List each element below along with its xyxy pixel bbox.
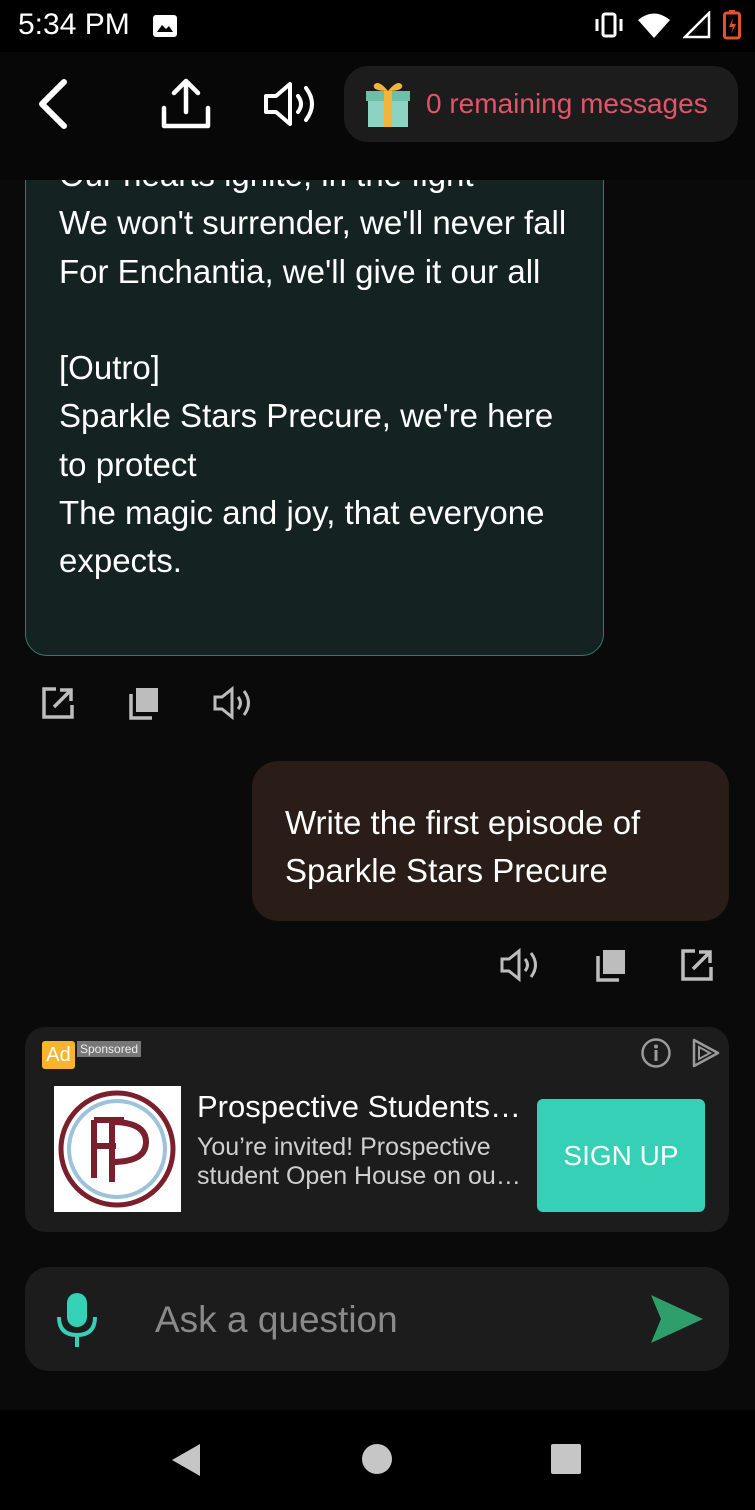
system-nav-bar [0,1410,755,1510]
image-notification-icon [153,15,177,37]
back-arrow-icon[interactable] [30,78,76,130]
speaker-icon[interactable] [260,78,322,130]
advertiser-logo[interactable] [54,1086,181,1212]
wifi-icon [638,13,670,38]
send-icon[interactable] [649,1291,705,1347]
bot-message-text: Our hearts ignite, in the fight We won't… [59,180,599,586]
bot-message-bubble: Our hearts ignite, in the fight We won't… [25,180,604,656]
open-external-icon[interactable] [40,685,76,721]
bot-message-line: The magic and joy, that everyone [59,494,545,532]
status-icons [593,10,741,40]
ad-description: You’re invited! Prospective student Open… [197,1133,527,1191]
signal-icon [683,11,711,39]
app-header: 0 remaining messages [0,52,755,180]
remaining-messages-pill[interactable]: 0 remaining messages [344,66,738,142]
copy-icon[interactable] [128,686,160,720]
sponsored-ad-card[interactable]: Ad Sponsored Prospective Students… You’r… [25,1027,729,1232]
bot-message-line: Our hearts ignite, in the fight [59,180,599,199]
bot-message-line [59,296,599,344]
speaker-icon[interactable] [212,685,256,721]
adchoices-play-icon[interactable] [689,1037,721,1069]
ad-badge: Ad [42,1041,75,1069]
vibrate-icon [595,12,623,38]
sign-up-button[interactable]: SIGN UP [537,1099,705,1212]
bot-message-line: to protect [59,445,197,483]
chat-area[interactable]: Our hearts ignite, in the fight We won't… [0,180,755,1410]
message-input-bar [25,1267,729,1371]
bot-message-line: For Enchantia, we'll give it our all [59,252,541,290]
ad-description-line: You’re invited! Prospective [197,1133,491,1161]
speaker-icon[interactable] [499,947,543,983]
remaining-messages-text: 0 remaining messages [426,88,708,119]
status-bar: 5:34 PM [0,0,755,52]
status-time: 5:34 PM [18,8,130,41]
battery-low-icon [723,10,741,40]
user-message-actions [499,947,715,983]
user-message-text: Write the first episode of Sparkle Stars… [285,804,641,889]
nav-back-icon[interactable] [170,1442,202,1478]
info-icon[interactable] [640,1037,672,1069]
bot-message-line: We won't surrender, we'll never fall [59,204,567,242]
bot-message-line: [Outro] [59,349,160,387]
bot-message-actions [40,685,256,721]
open-external-icon[interactable] [679,947,715,983]
bot-message-line: expects. [59,542,182,580]
nav-recents-icon[interactable] [551,1444,581,1474]
sponsored-label: Sponsored [77,1041,142,1057]
microphone-icon[interactable] [55,1291,99,1349]
ad-description-line: student Open House on our… [197,1162,527,1190]
user-message-bubble: Write the first episode of Sparkle Stars… [252,761,729,921]
nav-home-icon[interactable] [362,1444,392,1474]
gift-icon [366,83,410,127]
ad-title: Prospective Students… [197,1089,521,1124]
copy-icon[interactable] [595,948,627,982]
bot-message-line: Sparkle Stars Precure, we're here [59,397,554,435]
upload-share-icon[interactable] [158,76,214,132]
ask-question-input[interactable] [155,1297,635,1343]
